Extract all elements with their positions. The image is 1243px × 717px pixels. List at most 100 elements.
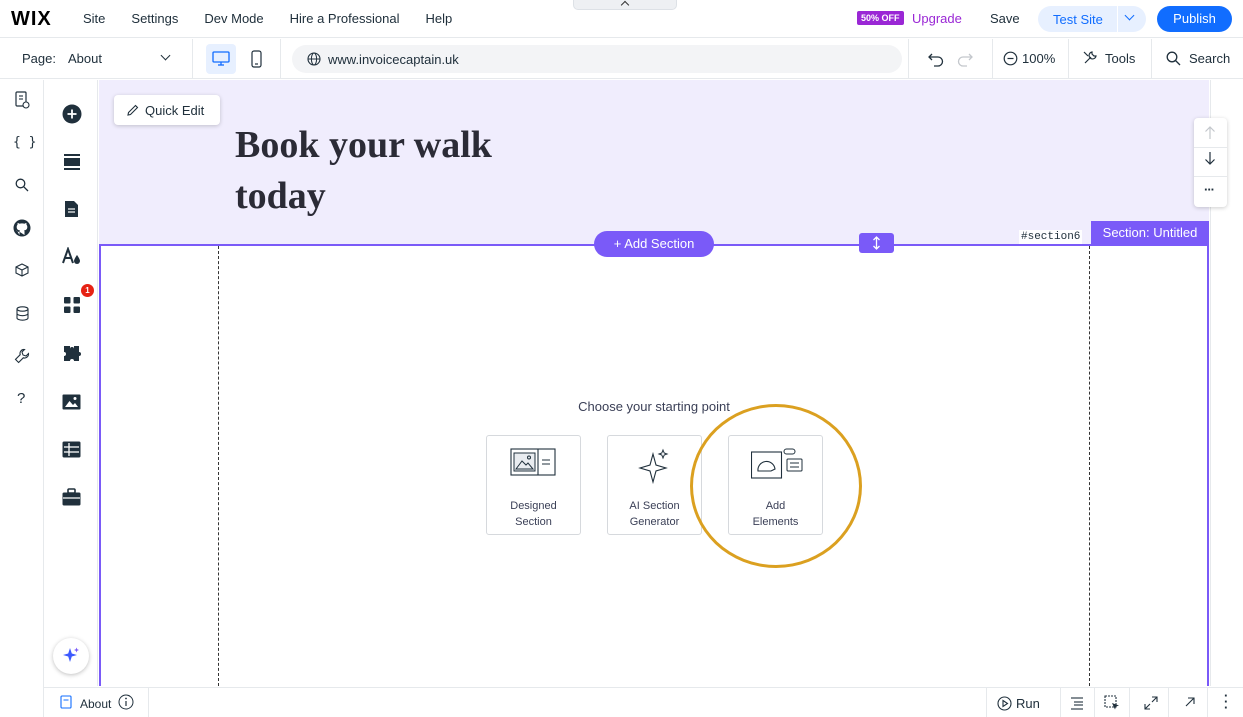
search-icon[interactable] [15,178,29,192]
redo-icon[interactable] [956,51,974,67]
search-icon[interactable] [1166,51,1181,66]
nav-site[interactable]: Site [83,11,105,26]
section-resize-handle[interactable] [859,233,894,253]
top-nav: Site Settings Dev Mode Hire a Profession… [83,11,478,26]
quick-edit-button[interactable]: Quick Edit [114,95,220,125]
design-icon[interactable] [62,247,82,265]
select-element-icon[interactable] [1104,695,1120,711]
resize-vertical-icon [873,236,880,250]
divider [192,39,193,79]
divider [1194,176,1227,177]
expand-icon[interactable] [1144,696,1158,710]
table-icon[interactable] [62,441,81,458]
more-actions-icon[interactable]: ··· [1204,182,1215,197]
nav-dev-mode[interactable]: Dev Mode [204,11,263,26]
collapse-toolbar-handle[interactable] [573,0,677,10]
designed-section-option[interactable]: Designed Section [486,435,581,535]
zoom-level[interactable]: 100% [1022,51,1055,66]
nav-hire-professional[interactable]: Hire a Professional [290,11,400,26]
chevron-down-icon[interactable] [1124,10,1135,21]
editor-canvas[interactable]: Book your walk today Quick Edit + Add Se… [99,80,1209,686]
grid-guide-left [218,246,219,686]
grid-guide-right [1089,246,1090,686]
ai-section-generator-label: AI Section Generator [629,500,680,528]
add-panel-sidebar [45,80,98,686]
apps-icon[interactable] [63,296,81,314]
divider [280,39,281,79]
undo-icon[interactable] [927,51,945,67]
divider [1060,688,1061,717]
tools-button[interactable]: Tools [1105,51,1135,66]
designed-section-icon [510,448,556,476]
move-up-icon[interactable] [1204,126,1216,140]
save-button[interactable]: Save [990,11,1020,26]
site-url-bar[interactable]: www.invoicecaptain.uk [292,45,902,73]
section-anchor-id: #section6 [1019,230,1083,244]
divider [1068,39,1069,79]
help-icon[interactable]: ? [17,390,25,407]
wix-logo[interactable]: WIX [11,8,52,31]
info-icon[interactable] [118,694,134,710]
zoom-out-icon[interactable] [1003,51,1018,66]
apps-notification-badge: 1 [81,284,94,297]
sections-icon[interactable] [63,154,81,170]
current-page-name[interactable]: About [80,697,111,711]
section-name-tag[interactable]: Section: Untitled [1091,221,1209,246]
open-external-icon[interactable] [1184,696,1196,708]
divider [986,688,987,717]
page-selector-value[interactable]: About [68,51,102,66]
editor-toolbar: Page: About www.invoicecaptain.uk 100% T… [0,39,1243,79]
mobile-icon [251,50,262,68]
code-icon[interactable]: { } [13,135,36,150]
top-bar: WIX Site Settings Dev Mode Hire a Profes… [0,0,1243,38]
sparkle-icon [63,647,79,662]
search-button[interactable]: Search [1189,51,1230,66]
more-options-icon[interactable]: · · · [1224,689,1228,714]
hero-section[interactable]: Book your walk today Quick Edit [99,80,1209,245]
plugins-icon[interactable] [62,344,82,363]
mobile-view-button[interactable] [247,44,267,74]
github-icon[interactable] [13,219,31,237]
divider [992,39,993,79]
test-site-label: Test Site [1053,12,1103,27]
page-selector-label: Page: [22,51,56,66]
tools-icon[interactable] [1082,50,1098,66]
format-icon[interactable] [1070,696,1084,710]
pages-icon[interactable] [14,91,30,109]
publish-button[interactable]: Publish [1157,6,1232,32]
divider [1129,688,1130,717]
site-url: www.invoicecaptain.uk [328,52,459,67]
play-icon[interactable] [997,696,1012,711]
nav-settings[interactable]: Settings [131,11,178,26]
hero-title[interactable]: Book your walk today [235,120,565,222]
globe-icon [307,52,321,66]
chevron-down-icon[interactable] [160,50,171,61]
test-site-button[interactable]: Test Site [1038,6,1146,32]
desktop-view-button[interactable] [206,44,236,74]
divider [1207,688,1208,717]
test-site-divider [1117,6,1118,32]
designed-section-label: Designed Section [510,500,557,528]
add-icon[interactable] [62,104,82,124]
page-icon[interactable] [64,200,79,218]
ai-section-generator-option[interactable]: AI Section Generator [607,435,702,535]
ai-assistant-button[interactable] [53,638,89,674]
wrench-icon[interactable] [14,348,30,364]
package-icon[interactable] [15,263,29,277]
sparkle-icon [638,448,669,484]
starting-point-heading: Choose your starting point [578,399,730,414]
run-button[interactable]: Run [1016,696,1040,711]
upgrade-link[interactable]: Upgrade [912,11,962,26]
quick-edit-label: Quick Edit [145,103,205,118]
divider [908,39,909,79]
highlight-circle [690,404,862,568]
divider [1194,147,1227,148]
nav-help[interactable]: Help [425,11,452,26]
add-section-button[interactable]: + Add Section [594,231,714,257]
divider [1094,688,1095,717]
move-down-icon[interactable] [1204,151,1216,165]
media-icon[interactable] [62,394,81,410]
dev-sidebar: { } ? [0,80,44,717]
database-icon[interactable] [16,306,29,321]
briefcase-icon[interactable] [62,488,81,506]
